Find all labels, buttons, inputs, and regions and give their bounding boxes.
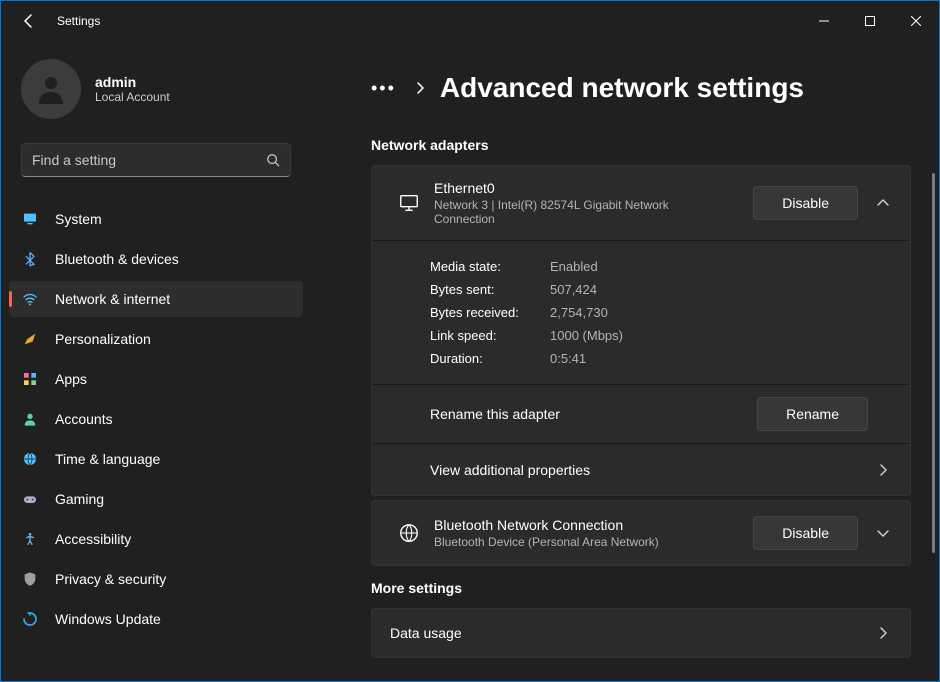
search-icon: [266, 153, 280, 167]
sidebar-item-network[interactable]: Network & internet: [9, 281, 303, 317]
accessibility-icon: [21, 530, 39, 548]
page-title: Advanced network settings: [440, 72, 804, 104]
chevron-right-icon: [874, 626, 892, 640]
sidebar-item-label: Accessibility: [55, 531, 131, 547]
section-more: More settings: [371, 580, 911, 596]
sidebar-item-label: Privacy & security: [55, 571, 166, 587]
disable-button[interactable]: Disable: [753, 516, 858, 550]
profile[interactable]: admin Local Account: [9, 41, 303, 143]
adapter-details: Media state:EnabledBytes sent:507,424Byt…: [372, 240, 910, 384]
chevron-down-icon[interactable]: [874, 526, 892, 540]
sidebar-item-label: Gaming: [55, 491, 104, 507]
shield-icon: [21, 570, 39, 588]
sidebar-item-system[interactable]: System: [9, 201, 303, 237]
adapter-name: Bluetooth Network Connection: [434, 517, 753, 533]
sidebar-item-privacy[interactable]: Privacy & security: [9, 561, 303, 597]
sidebar-item-label: Personalization: [55, 331, 151, 347]
rename-label: Rename this adapter: [430, 406, 757, 422]
maximize-button[interactable]: [847, 1, 893, 41]
sidebar-item-apps[interactable]: Apps: [9, 361, 303, 397]
profile-name: admin: [95, 74, 170, 90]
view-properties-label: View additional properties: [430, 462, 874, 478]
chevron-right-icon: [874, 463, 892, 477]
gamepad-icon: [21, 490, 39, 508]
search-box[interactable]: [21, 143, 291, 177]
minimize-button[interactable]: [801, 1, 847, 41]
close-button[interactable]: [893, 1, 939, 41]
detail-label: Bytes received:: [430, 305, 550, 320]
sidebar-item-accessibility[interactable]: Accessibility: [9, 521, 303, 557]
globe-icon: [390, 522, 428, 544]
sidebar-item-time[interactable]: Time & language: [9, 441, 303, 477]
detail-value: 2,754,730: [550, 305, 608, 320]
arrow-left-icon: [21, 13, 37, 29]
chevron-up-icon[interactable]: [874, 196, 892, 210]
grid-icon: [21, 370, 39, 388]
detail-row: Media state:Enabled: [430, 255, 892, 278]
sidebar-item-label: Time & language: [55, 451, 160, 467]
detail-row: Duration:0:5:41: [430, 347, 892, 370]
sidebar-item-update[interactable]: Windows Update: [9, 601, 303, 637]
sidebar-item-label: Accounts: [55, 411, 113, 427]
person-icon: [21, 410, 39, 428]
globe-icon: [21, 450, 39, 468]
scrollbar[interactable]: [932, 173, 935, 553]
adapter-card-bluetooth: Bluetooth Network Connection Bluetooth D…: [371, 500, 911, 566]
rename-row: Rename this adapter Rename: [372, 384, 910, 443]
window-title: Settings: [57, 14, 100, 28]
detail-value: 1000 (Mbps): [550, 328, 623, 343]
adapter-name: Ethernet0: [434, 180, 753, 196]
detail-row: Bytes sent:507,424: [430, 278, 892, 301]
update-icon: [21, 610, 39, 628]
detail-label: Duration:: [430, 351, 550, 366]
detail-value: 0:5:41: [550, 351, 586, 366]
chevron-right-icon: [414, 82, 426, 94]
sidebar-item-label: Network & internet: [55, 291, 170, 307]
detail-label: Link speed:: [430, 328, 550, 343]
detail-value: 507,424: [550, 282, 597, 297]
person-icon: [33, 71, 69, 107]
monitor-icon: [390, 192, 428, 214]
sidebar-item-accounts[interactable]: Accounts: [9, 401, 303, 437]
detail-label: Bytes sent:: [430, 282, 550, 297]
disable-button[interactable]: Disable: [753, 186, 858, 220]
detail-row: Link speed:1000 (Mbps): [430, 324, 892, 347]
sidebar-item-label: Apps: [55, 371, 87, 387]
data-usage-label: Data usage: [390, 625, 874, 641]
detail-value: Enabled: [550, 259, 598, 274]
sidebar-item-personalization[interactable]: Personalization: [9, 321, 303, 357]
sidebar-item-bluetooth[interactable]: Bluetooth & devices: [9, 241, 303, 277]
sidebar-item-label: Bluetooth & devices: [55, 251, 179, 267]
avatar: [21, 59, 81, 119]
adapter-header[interactable]: Ethernet0 Network 3 | Intel(R) 82574L Gi…: [372, 166, 910, 240]
wifi-icon: [21, 290, 39, 308]
minimize-icon: [819, 16, 829, 26]
sidebar-item-gaming[interactable]: Gaming: [9, 481, 303, 517]
adapter-card-ethernet0: Ethernet0 Network 3 | Intel(R) 82574L Gi…: [371, 165, 911, 496]
adapter-sub: Network 3 | Intel(R) 82574L Gigabit Netw…: [434, 198, 724, 226]
rename-button[interactable]: Rename: [757, 397, 868, 431]
breadcrumb-more[interactable]: •••: [371, 78, 396, 99]
search-input[interactable]: [32, 152, 266, 168]
maximize-icon: [865, 16, 875, 26]
profile-sub: Local Account: [95, 90, 170, 104]
adapter-sub: Bluetooth Device (Personal Area Network): [434, 535, 724, 549]
detail-row: Bytes received:2,754,730: [430, 301, 892, 324]
detail-label: Media state:: [430, 259, 550, 274]
view-properties-row[interactable]: View additional properties: [372, 443, 910, 495]
data-usage-card[interactable]: Data usage: [371, 608, 911, 658]
sidebar-item-label: System: [55, 211, 102, 227]
back-button[interactable]: [9, 1, 49, 41]
section-adapters: Network adapters: [371, 137, 911, 153]
brush-icon: [21, 330, 39, 348]
sidebar-item-label: Windows Update: [55, 611, 161, 627]
close-icon: [911, 16, 921, 26]
bluetooth-icon: [21, 250, 39, 268]
adapter-header[interactable]: Bluetooth Network Connection Bluetooth D…: [372, 501, 910, 565]
monitor-icon: [21, 210, 39, 228]
